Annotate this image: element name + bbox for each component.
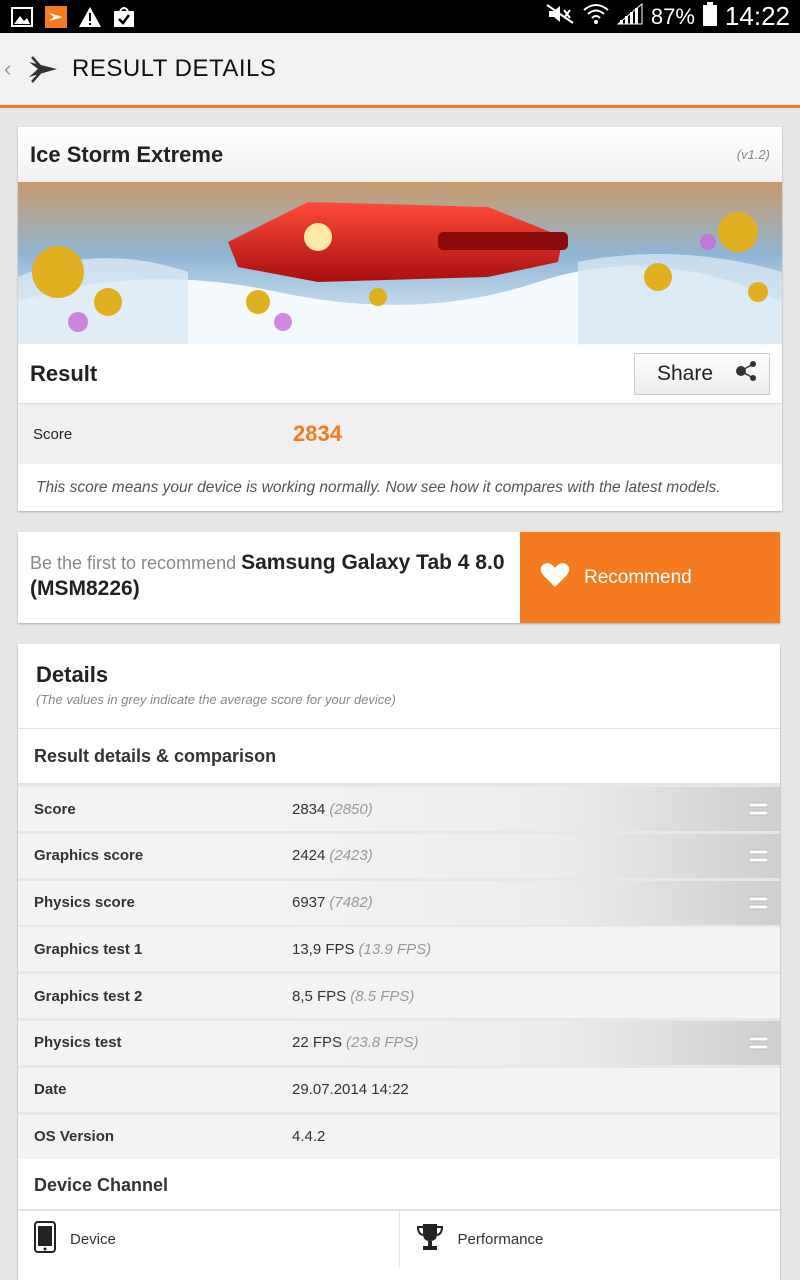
page-title: RESULT DETAILS (72, 55, 277, 82)
table-row[interactable]: Graphics test 2 8,5 FPS (8.5 FPS) (18, 974, 780, 1019)
battery-icon (702, 1, 717, 32)
row-value: 8,5 FPS (8.5 FPS) (277, 974, 780, 1019)
details-title: Details (36, 662, 109, 687)
table-row[interactable]: Graphics test 1 13,9 FPS (13.9 FPS) (18, 927, 780, 972)
row-label: Graphics test 1 (34, 940, 143, 958)
share-button[interactable]: Share (634, 352, 770, 395)
table-row[interactable]: Physics test 22 FPS (23.8 FPS) (18, 1020, 780, 1065)
status-bar: 87% 14:22 (0, 0, 800, 33)
table-row[interactable]: Score 2834 (2850) (18, 787, 780, 831)
trophy-icon (416, 1222, 444, 1256)
score-value: 2834 (293, 421, 342, 446)
back-chevron-icon[interactable]: ‹ (4, 56, 20, 82)
row-value-text: 4.4.2 (292, 1128, 326, 1146)
share-icon (735, 360, 757, 387)
equal-bars-icon (748, 802, 769, 816)
heart-icon (540, 562, 570, 594)
test-result-card: Ice Storm Extreme (v1.2) Result Share Sc… (18, 127, 782, 511)
row-value: 13,9 FPS (13.9 FPS) (277, 927, 780, 972)
recommend-label: Recommend (584, 566, 692, 588)
row-label: OS Version (34, 1128, 115, 1146)
tab-performance-label: Performance (457, 1230, 544, 1248)
row-average: (2850) (329, 800, 373, 818)
tab-performance[interactable]: Performance (400, 1211, 781, 1267)
equal-bars-icon (748, 849, 769, 863)
battery-percent: 87% (650, 3, 695, 29)
tab-device-label: Device (70, 1230, 116, 1248)
row-value-text: 22 FPS (292, 1034, 343, 1052)
table-row: OS Version 4.4.2 (18, 1114, 780, 1159)
3dmark-logo-icon[interactable] (26, 52, 60, 86)
row-label: Physics test (34, 1034, 122, 1052)
row-average: (2423) (329, 847, 373, 865)
row-average: (23.8 FPS) (346, 1034, 419, 1052)
row-average: (7482) (329, 894, 373, 912)
channel-tabs: Device Performance (18, 1211, 781, 1268)
row-label: Graphics score (34, 847, 144, 865)
details-header: Details (The values in grey indicate the… (18, 644, 780, 729)
row-label: Score (34, 800, 76, 818)
tab-device[interactable]: Device (18, 1211, 400, 1268)
row-label: Graphics test 2 (34, 987, 143, 1005)
equal-bars-icon (748, 1036, 769, 1050)
table-row: Date 29.07.2014 14:22 (18, 1067, 780, 1112)
result-row: Result Share (18, 344, 782, 404)
row-value: 4.4.2 (277, 1114, 780, 1159)
wifi-icon (583, 3, 609, 31)
test-name: Ice Storm Extreme (30, 141, 224, 167)
test-header: Ice Storm Extreme (v1.2) (18, 127, 782, 182)
device-channel-title: Device Channel (18, 1161, 780, 1212)
gallery-notification-icon (10, 5, 34, 29)
recommend-button[interactable]: Recommend (520, 532, 780, 623)
row-value-text: 6937 (292, 894, 326, 912)
recommend-card: Be the first to recommend Samsung Galaxy… (18, 532, 780, 623)
row-label: Date (34, 1081, 67, 1099)
phone-icon (34, 1221, 56, 1257)
equal-bars-icon (748, 896, 769, 910)
row-average: (8.5 FPS) (350, 987, 415, 1005)
row-value: 29.07.2014 14:22 (277, 1067, 780, 1112)
test-banner-image (18, 182, 782, 344)
details-subtitle: (The values in grey indicate the average… (36, 692, 396, 707)
row-value-text: 13,9 FPS (292, 940, 355, 958)
recommend-prefix: Be the first to recommend (30, 553, 237, 573)
score-description: This score means your device is working … (36, 478, 721, 496)
test-version: (v1.2) (736, 147, 770, 162)
table-row[interactable]: Physics score 6937 (7482) (18, 880, 780, 925)
row-value-text: 2834 (292, 800, 326, 818)
row-value-text: 29.07.2014 14:22 (292, 1081, 409, 1099)
result-label: Result (30, 360, 98, 386)
row-value: 6937 (7482) (277, 880, 780, 925)
clock: 14:22 (724, 1, 790, 31)
table-row[interactable]: Graphics score 2424 (2423) (18, 833, 780, 878)
store-check-icon (112, 5, 136, 29)
mute-icon (545, 3, 575, 31)
details-card: Details (The values in grey indicate the… (18, 644, 780, 1280)
row-label: Physics score (34, 894, 135, 912)
row-value-text: 2424 (292, 847, 326, 865)
action-bar: ‹ RESULT DETAILS (0, 33, 800, 108)
details-table: Score 2834 (2850) Graphics score 2424 (242… (18, 785, 780, 1159)
row-average: (13.9 FPS) (358, 940, 432, 958)
warning-icon (78, 5, 102, 29)
signal-icon (616, 2, 643, 31)
score-label: Score (33, 425, 73, 443)
share-label: Share (657, 361, 714, 385)
comparison-section-title: Result details & comparison (18, 729, 780, 785)
row-value: 22 FPS (23.8 FPS) (277, 1020, 780, 1065)
recommend-text: Be the first to recommend Samsung Galaxy… (18, 532, 520, 623)
row-value: 2424 (2423) (277, 833, 780, 878)
row-value: 2834 (2850) (277, 787, 780, 831)
row-value-text: 8,5 FPS (292, 987, 347, 1005)
score-row: Score 2834 (18, 404, 782, 464)
3dmark-notification-icon (44, 5, 68, 29)
